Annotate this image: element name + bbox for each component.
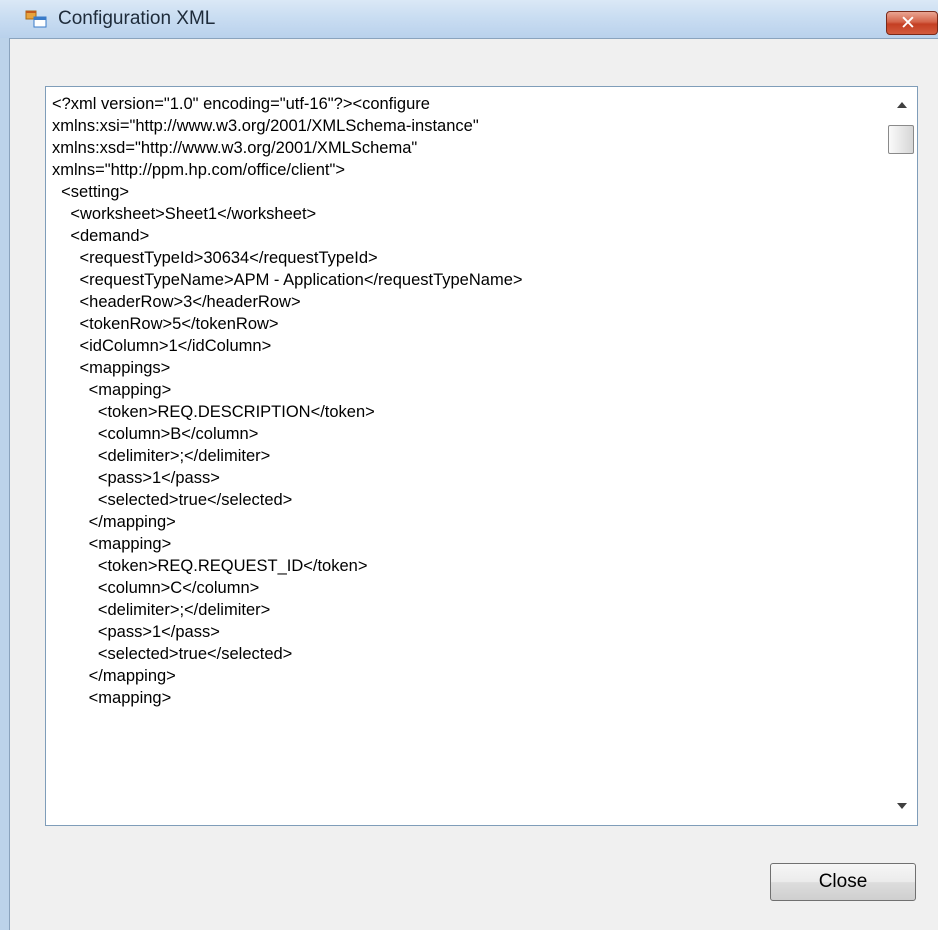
dialog-window: Configuration XML ✕ <?xml version="1.0" … [0,0,938,930]
xml-line: <delimiter>;</delimiter> [52,447,271,465]
xml-line: <selected>true</selected> [52,645,293,663]
xml-content: <?xml version="1.0" encoding="utf-16"?><… [52,93,882,709]
xml-line: <pass>1</pass> [52,623,220,641]
xml-line: <token>REQ.DESCRIPTION</token> [52,403,375,421]
xml-line: xmlns:xsi="http://www.w3.org/2001/XMLSch… [52,117,479,135]
xml-line: <headerRow>3</headerRow> [52,293,301,311]
scroll-thumb[interactable] [888,125,914,154]
chevron-down-icon [897,803,907,809]
xml-line: <token>REQ.REQUEST_ID</token> [52,557,368,575]
xml-line: <tokenRow>5</tokenRow> [52,315,279,333]
xml-line: </mapping> [52,513,176,531]
application-window-icon [25,10,47,28]
xml-line: <column>B</column> [52,425,259,443]
scroll-down-button[interactable] [885,793,917,825]
chevron-up-icon [897,102,907,108]
xml-line: <requestTypeId>30634</requestTypeId> [52,249,378,267]
xml-line: <mapping> [52,535,172,553]
close-icon: ✕ [900,12,916,34]
window-close-button[interactable]: ✕ [886,11,938,35]
xml-line: <mapping> [52,689,172,707]
xml-line: <demand> [52,227,150,245]
xml-text-area[interactable]: <?xml version="1.0" encoding="utf-16"?><… [45,86,918,826]
xml-line: <worksheet>Sheet1</worksheet> [52,205,317,223]
close-button[interactable]: Close [770,863,916,901]
vertical-scrollbar[interactable] [885,87,917,825]
window-title: Configuration XML [58,8,216,29]
xml-line: <selected>true</selected> [52,491,293,509]
scroll-up-button[interactable] [885,87,917,119]
xml-line: <pass>1</pass> [52,469,220,487]
xml-line: </mapping> [52,667,176,685]
xml-line: xmlns:xsd="http://www.w3.org/2001/XMLSch… [52,139,418,157]
xml-line: <delimiter>;</delimiter> [52,601,271,619]
xml-line: xmlns="http://ppm.hp.com/office/client"> [52,161,345,179]
xml-line: <column>C</column> [52,579,260,597]
xml-line: <idColumn>1</idColumn> [52,337,272,355]
title-bar[interactable]: Configuration XML ✕ [0,0,938,38]
xml-line: <setting> [52,183,130,201]
xml-line: <mappings> [52,359,171,377]
xml-line: <mapping> [52,381,172,399]
xml-line: <requestTypeName>APM - Application</requ… [52,271,523,289]
xml-line: <?xml version="1.0" encoding="utf-16"?><… [52,95,430,113]
